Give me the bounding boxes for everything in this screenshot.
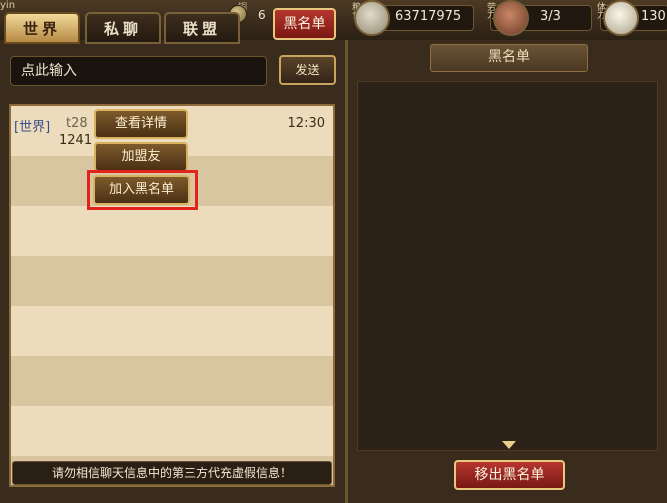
chat-input[interactable]: 点此输入 (10, 56, 267, 86)
view-details-button[interactable]: 查看详情 (94, 109, 188, 139)
list-row (11, 206, 333, 256)
stamina-value: 130 (641, 9, 666, 24)
tab-private[interactable]: 私聊 (85, 12, 161, 44)
send-button[interactable]: 发送 (279, 55, 336, 85)
message-time: 12:30 (287, 116, 325, 131)
blacklist-list (357, 81, 658, 451)
list-row (11, 256, 333, 306)
list-row (11, 406, 333, 456)
message-channel: [世界] (14, 120, 51, 135)
coin-value: 6 (258, 8, 266, 22)
add-ally-button[interactable]: 加盟友 (94, 142, 188, 172)
blacklist-title: 黑名单 (430, 44, 588, 72)
tab-alliance[interactable]: 联盟 (164, 12, 240, 44)
grain-value: 63717975 (395, 9, 462, 24)
fraud-warning: 请勿相信聊天信息中的第三方代充虚假信息！ (12, 461, 332, 485)
tab-world[interactable]: 世界 (4, 12, 80, 44)
remove-from-blacklist-button[interactable]: 移出黑名单 (454, 460, 565, 490)
dumpling-icon (603, 0, 639, 36)
scroll-down-icon (502, 441, 516, 449)
blacklist-button[interactable]: 黑名单 (273, 8, 336, 40)
message-sender[interactable]: t28 (66, 116, 88, 131)
message-text: 1241 (59, 133, 93, 148)
add-to-blacklist-button[interactable]: 加入黑名单 (93, 175, 190, 205)
list-row (11, 356, 333, 406)
grain-sack-icon (354, 0, 390, 36)
labor-value: 3/3 (540, 9, 561, 24)
worker-icon (493, 0, 529, 36)
hud-fragment-text: yin (0, 0, 16, 11)
list-row (11, 306, 333, 356)
